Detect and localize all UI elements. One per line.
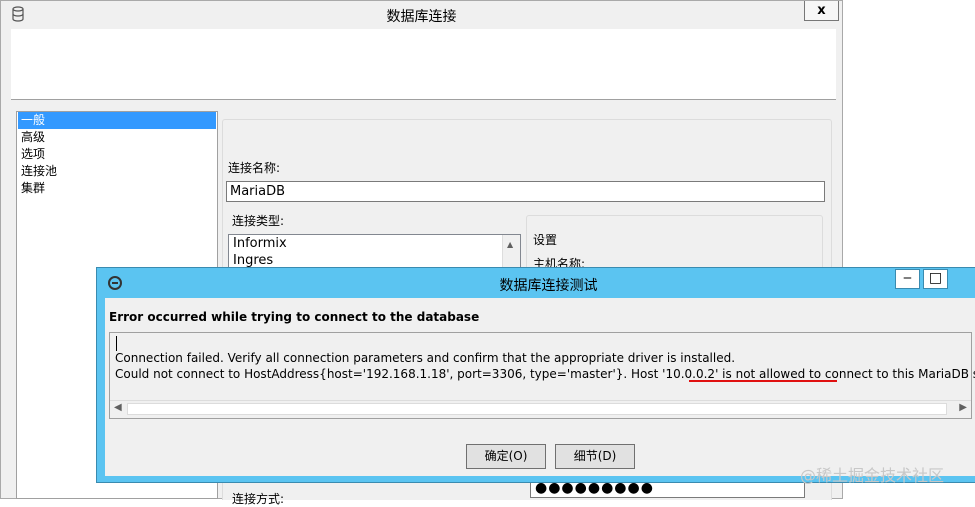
dialog-title: 数据库连接测试 xyxy=(499,278,598,294)
nav-item-options[interactable]: 选项 xyxy=(18,146,216,163)
nav-item-advanced[interactable]: 高级 xyxy=(18,129,216,146)
arrow-right-icon[interactable]: ▶ xyxy=(959,402,967,413)
ok-button[interactable]: 确定(O) xyxy=(466,444,546,469)
header-banner xyxy=(11,29,836,100)
highlight-underline xyxy=(689,380,837,382)
watermark: @稀土掘金技术社区 xyxy=(800,466,945,485)
nav-item-general[interactable]: 一般 xyxy=(18,112,216,129)
arrow-up-icon[interactable]: ▲ xyxy=(507,240,513,249)
list-item[interactable]: Informix xyxy=(229,235,520,252)
dialog-title-bar: 数据库连接测试 ‒ □ xyxy=(97,268,975,298)
title-bar: 数据库连接 x xyxy=(1,1,842,29)
connection-name-label: 连接名称: xyxy=(228,161,281,175)
connection-test-dialog: 数据库连接测试 ‒ □ Error occurred while trying … xyxy=(96,267,975,483)
window-title: 数据库连接 xyxy=(386,9,457,25)
horizontal-scrollbar[interactable]: ◀ ▶ xyxy=(110,400,971,418)
connection-type-label: 连接类型: xyxy=(232,214,285,228)
error-message-line: Connection failed. Verify all connection… xyxy=(115,351,736,365)
minimize-button[interactable]: ‒ xyxy=(895,269,920,289)
maximize-button[interactable]: □ xyxy=(923,269,948,289)
error-details-textarea[interactable]: Connection failed. Verify all connection… xyxy=(109,332,975,419)
arrow-left-icon[interactable]: ◀ xyxy=(114,402,122,413)
text-caret xyxy=(116,336,117,351)
error-heading: Error occurred while trying to connect t… xyxy=(109,310,480,324)
nav-item-cluster[interactable]: 集群 xyxy=(18,180,216,197)
settings-title: 设置 xyxy=(533,233,558,247)
dialog-body: Error occurred while trying to connect t… xyxy=(105,298,975,476)
error-message-line: Could not connect to HostAddress{host='1… xyxy=(115,367,975,381)
connection-name-input[interactable]: MariaDB xyxy=(226,181,825,202)
details-button[interactable]: 细节(D) xyxy=(555,444,635,469)
nav-item-pooling[interactable]: 连接池 xyxy=(18,163,216,180)
close-button[interactable]: x xyxy=(804,1,839,21)
scrollbar-thumb[interactable] xyxy=(127,403,947,415)
